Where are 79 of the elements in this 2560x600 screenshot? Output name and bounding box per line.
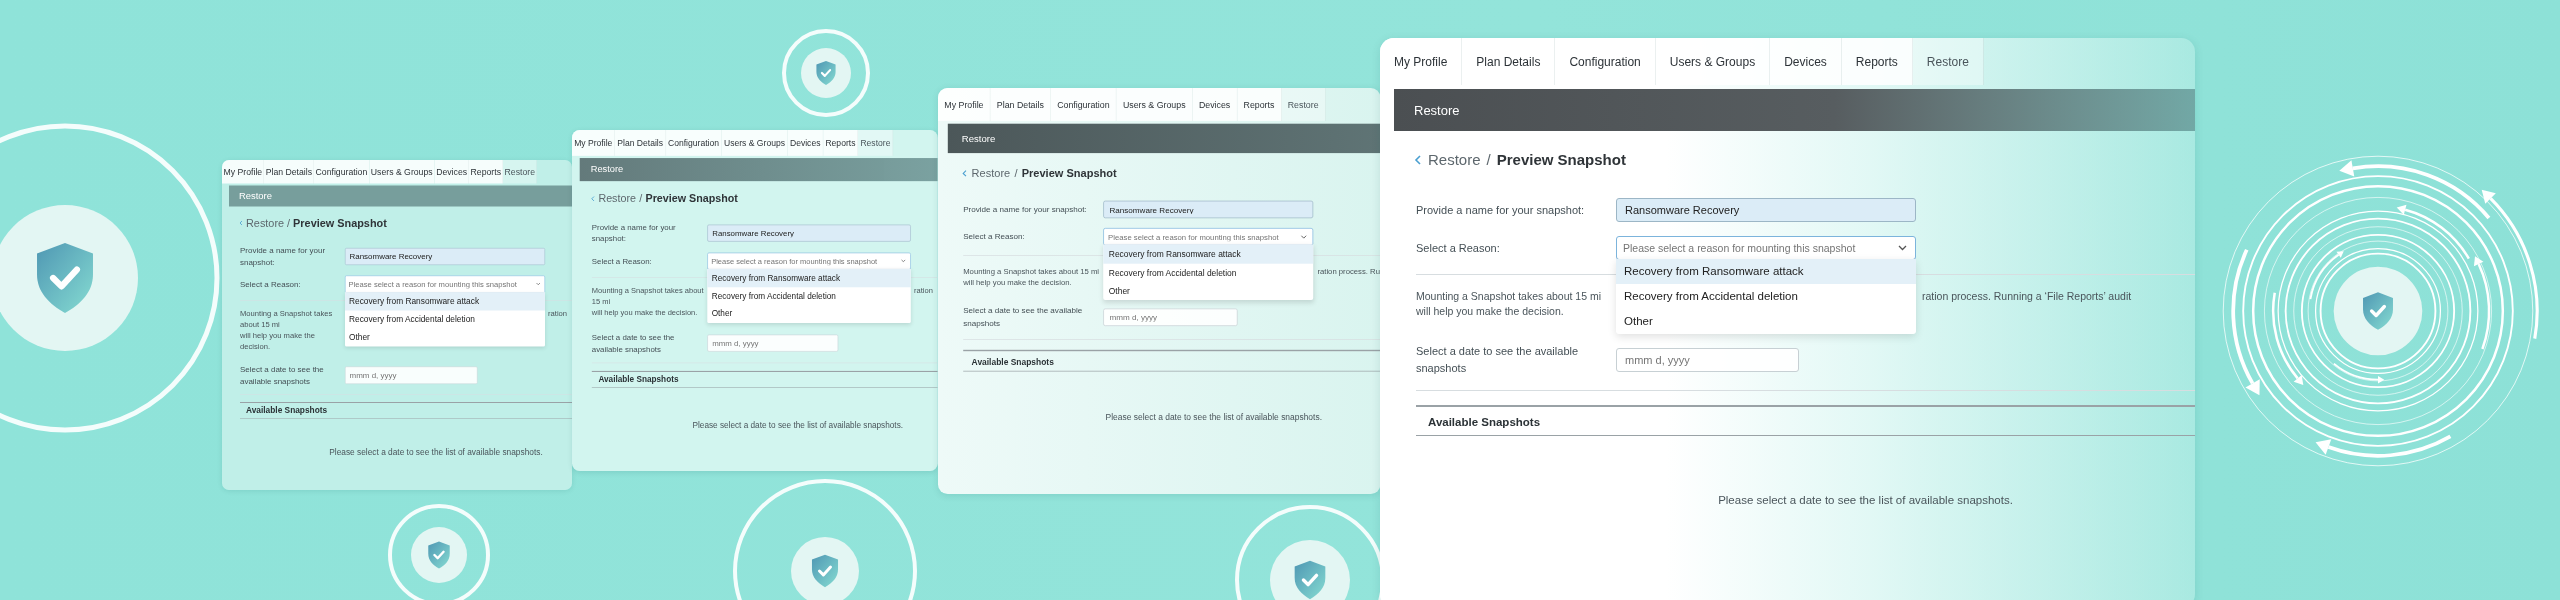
- nav-tab[interactable]: Devices: [787, 130, 824, 156]
- dropdown-option[interactable]: Other: [707, 304, 911, 323]
- dropdown-option[interactable]: Recovery from Ransomware attack: [707, 269, 911, 288]
- nav-tab[interactable]: Devices: [1192, 88, 1238, 121]
- header-title: Restore: [961, 133, 996, 144]
- nav-tab[interactable]: Devices: [434, 160, 470, 184]
- nav-tab[interactable]: Reports: [469, 160, 503, 184]
- nav-tab[interactable]: Users & Groups: [721, 130, 788, 156]
- nav-tab[interactable]: Plan Details: [1462, 38, 1556, 85]
- description-text: Mounting a Snapshot takes about 15 mi: [1416, 289, 1603, 304]
- breadcrumb-separator: /: [287, 216, 291, 230]
- nav-tab[interactable]: Configuration: [1050, 88, 1117, 121]
- dropdown-option[interactable]: Other: [345, 328, 545, 347]
- field-label: Select a Reason:: [1416, 240, 1501, 256]
- nav-tab[interactable]: Reports: [823, 130, 859, 156]
- dropdown-option[interactable]: Recovery from Accidental deletion: [345, 310, 545, 329]
- header-title: Restore: [590, 164, 624, 176]
- description-text: ration process. Running a ‘File Reports’ audit: [1922, 289, 2133, 304]
- breadcrumb-separator: /: [1486, 151, 1491, 168]
- breadcrumb-separator: /: [639, 192, 643, 205]
- section-title: Available Snapshots: [1428, 416, 1541, 429]
- description-text: will help you make the decision.: [1416, 304, 1565, 320]
- nav-tab[interactable]: Configuration: [314, 160, 370, 184]
- dropdown-option[interactable]: Other: [1616, 309, 1916, 334]
- breadcrumb-link[interactable]: Restore: [971, 167, 1011, 180]
- dropdown-option[interactable]: Other: [1103, 281, 1314, 301]
- page-title: Preview Snapshot: [645, 192, 738, 205]
- breadcrumb-link[interactable]: Restore: [1428, 151, 1481, 168]
- nav-tab[interactable]: Plan Details: [615, 130, 666, 156]
- field-label: Select a Reason:: [963, 231, 1026, 243]
- nav-tab[interactable]: Users & Groups: [1116, 88, 1193, 121]
- name-input[interactable]: Ransomware Recovery: [1616, 198, 1916, 222]
- name-input[interactable]: Ransomware Recovery: [1103, 200, 1314, 219]
- empty-state-message: Please select a date to see the list of available snapshots.: [1105, 412, 1322, 422]
- nav-tab[interactable]: Users & Groups: [369, 160, 435, 184]
- nav-tab[interactable]: My Profile: [938, 88, 991, 121]
- section-title: Available Snapshots: [598, 374, 679, 385]
- dropdown-option[interactable]: Recovery from Accidental deletion: [707, 287, 911, 305]
- nav-tab[interactable]: My Profile: [222, 160, 265, 184]
- section-title: Available Snapshots: [971, 356, 1054, 367]
- nav-tab[interactable]: Configuration: [1555, 38, 1656, 85]
- nav-tab[interactable]: My Profile: [1380, 38, 1463, 85]
- nav-tab[interactable]: My Profile: [572, 130, 616, 156]
- nav-tab[interactable]: Reports: [1237, 88, 1282, 121]
- field-label: Select a date to see the available snapshots: [1416, 344, 1580, 376]
- nav-tab[interactable]: Restore: [503, 160, 537, 184]
- breadcrumb-link[interactable]: Restore: [246, 216, 285, 230]
- empty-state-message: Please select a date to see the list of available snapshots.: [692, 420, 904, 430]
- field-label: Provide a name for your snapshot:: [1416, 202, 1586, 218]
- dropdown-option[interactable]: Recovery from Accidental deletion: [1616, 284, 1916, 309]
- nav-tab[interactable]: Users & Groups: [1655, 38, 1771, 85]
- date-input[interactable]: mmm d, yyyy: [1616, 347, 1799, 372]
- page-title: Preview Snapshot: [1021, 167, 1117, 180]
- page-title: Preview Snapshot: [1496, 151, 1626, 168]
- header-title: Restore: [239, 190, 272, 202]
- nav-tab[interactable]: Restore: [1912, 38, 1984, 85]
- chevron-down-icon: [1898, 245, 1907, 251]
- section-title: Available Snapshots: [246, 405, 328, 415]
- dropdown-option[interactable]: Recovery from Accidental deletion: [1103, 263, 1314, 282]
- dropdown-option[interactable]: Recovery from Ransomware attack: [345, 292, 545, 311]
- breadcrumb-link[interactable]: Restore: [598, 192, 636, 205]
- empty-state-message: Please select a date to see the list of available snapshots.: [1718, 494, 2013, 507]
- field-label: Provide a name for your snapshot:: [963, 203, 1088, 216]
- nav-tab[interactable]: Plan Details: [990, 88, 1051, 121]
- page-title: Preview Snapshot: [293, 216, 387, 230]
- breadcrumb-separator: /: [1014, 167, 1018, 180]
- header-title: Restore: [1414, 102, 1460, 118]
- nav-tab[interactable]: Reports: [1841, 38, 1913, 85]
- date-input[interactable]: mmm d, yyyy: [1103, 308, 1238, 327]
- back-chevron-icon[interactable]: [1414, 154, 1422, 165]
- dropdown-option[interactable]: Recovery from Ransomware attack: [1103, 245, 1314, 264]
- nav-tab[interactable]: Devices: [1770, 38, 1842, 85]
- field-label: Select a date to see the available snapshots: [963, 305, 1084, 330]
- nav-tab[interactable]: Plan Details: [264, 160, 315, 184]
- empty-state-message: Please select a date to see the list of available snapshots.: [329, 447, 543, 458]
- nav-tab[interactable]: Restore: [1281, 88, 1326, 121]
- nav-tab[interactable]: Configuration: [665, 130, 722, 156]
- nav-tab[interactable]: Restore: [858, 130, 894, 156]
- dropdown-option[interactable]: Recovery from Ransomware attack: [1616, 259, 1916, 284]
